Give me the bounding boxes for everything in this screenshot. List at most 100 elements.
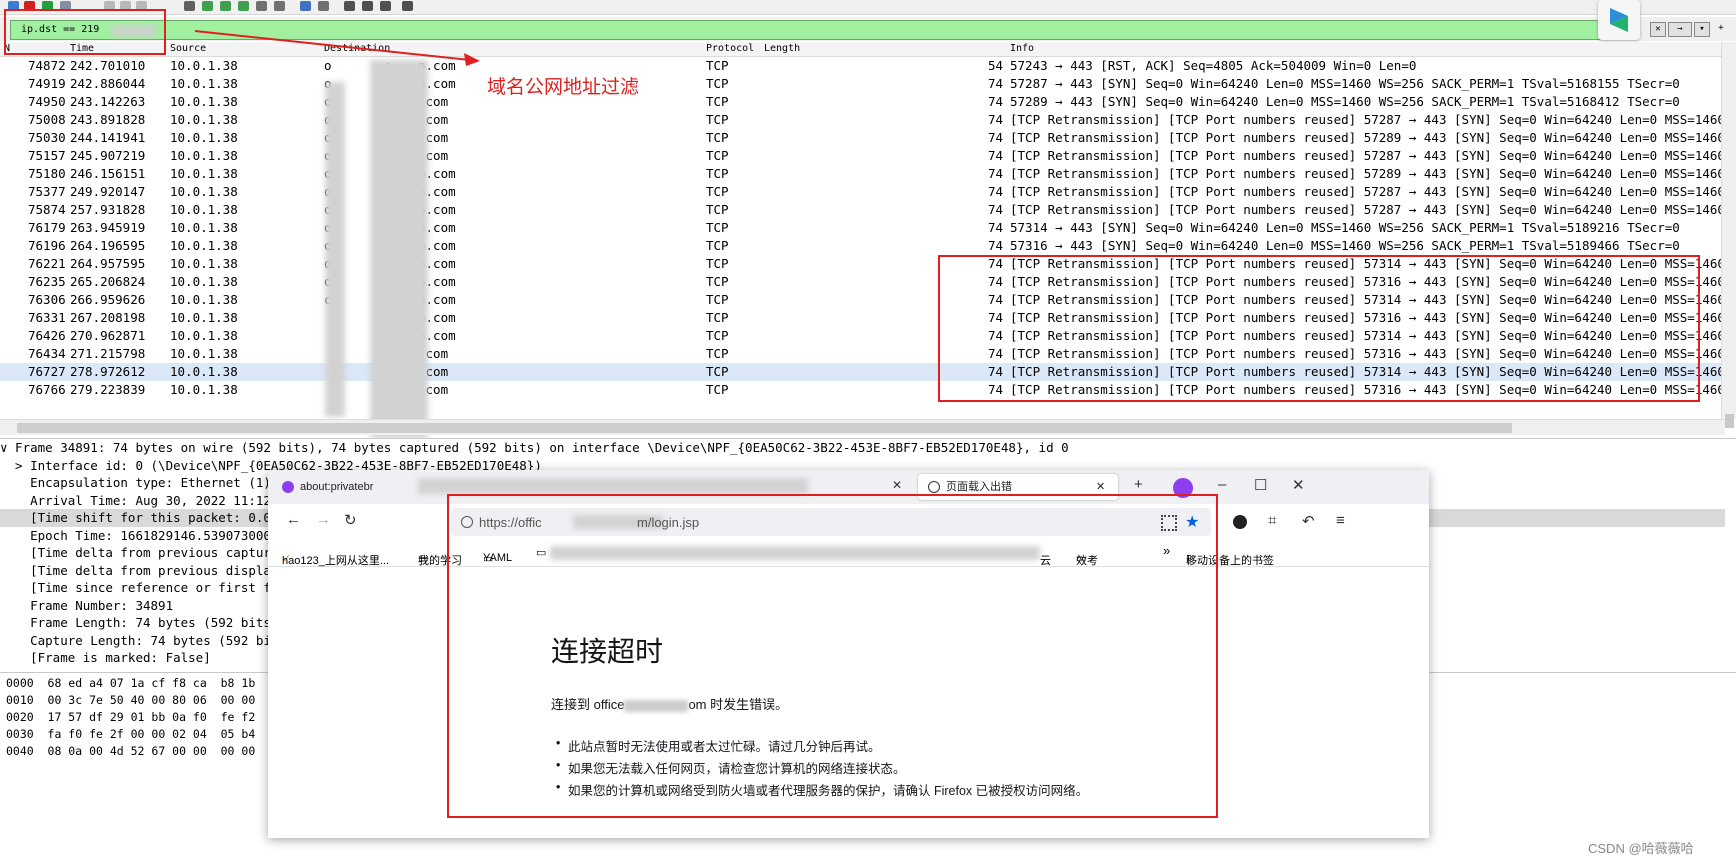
vscroll-thumb[interactable] [1725,414,1734,428]
hex-line[interactable]: 0040 08 0a 00 4d 52 67 00 00 00 00 [6,743,255,759]
cell-no: 76235 [28,274,66,289]
cell-no: 76727 [28,364,66,379]
forward-arrow-icon[interactable]: → [316,511,331,528]
back-icon[interactable] [202,1,213,11]
goto-icon[interactable] [238,1,249,11]
packet-row[interactable]: 76196264.19659510.0.1.38oce.p.comTCP7457… [0,237,1725,255]
cell-source: 10.0.1.38 [170,202,238,217]
cell-time: 264.196595 [70,238,146,253]
packet-row[interactable]: 75030244.14194110.0.1.38oce..comTCP74[TC… [0,129,1736,147]
zoom-out-icon[interactable] [362,1,373,11]
detail-line[interactable]: Frame Length: 74 bytes (592 bits [0,614,271,632]
reload-icon[interactable]: ↻ [344,511,357,529]
detail-line[interactable]: [Time delta from previous captur [0,544,271,562]
extension-icon[interactable] [1233,515,1247,529]
crop-icon[interactable]: ⌗ [1268,512,1276,529]
back-arrow-icon[interactable]: ← [286,511,301,528]
cell-time: 245.907219 [70,148,146,163]
detail-line[interactable]: Epoch Time: 1661829146.539073000 [0,527,271,545]
col-destination[interactable]: Destination [324,43,390,54]
detail-line[interactable]: ∨ Frame 34891: 74 bytes on wire (592 bit… [0,439,1069,457]
hscroll-thumb[interactable] [17,423,1512,433]
col-protocol[interactable]: Protocol [706,43,754,54]
hex-line[interactable]: 0030 fa f0 fe 2f 00 00 02 04 05 b4 [6,726,255,742]
recent-filters-icon[interactable]: ▾ [1694,22,1710,37]
maximize-icon[interactable]: ☐ [1254,476,1267,494]
cell-time: 257.931828 [70,202,146,217]
col-length[interactable]: Length [764,43,800,54]
packet-row[interactable]: 76179263.94591910.0.1.38oce.p.comTCP7457… [0,219,1725,237]
detail-line[interactable]: [Frame is marked: False] [0,649,211,667]
cell-info: [TCP Retransmission] [TCP Port numbers r… [1010,166,1736,181]
filter-buttons: ✕ → ▾ + [1648,20,1734,38]
cell-source: 10.0.1.38 [170,112,238,127]
redaction-blur [418,478,808,494]
cell-time: 266.959626 [70,292,146,307]
apply-filter-icon[interactable]: → [1668,22,1692,37]
cell-no: 75030 [28,130,66,145]
cell-time: 246.156151 [70,166,146,181]
packet-row[interactable]: 74950243.14226310.0.1.38oe..comTCP745728… [0,93,1725,111]
cell-length: 74 [988,184,1004,199]
packet-row[interactable]: 75377249.92014710.0.1.38oce.p.comTCP74[T… [0,183,1736,201]
packet-row[interactable]: 74872242.70101010.0.1.38oe.p.comTCP54572… [0,57,1725,75]
packet-row[interactable]: 75008243.89182810.0.1.38oe..comTCP74[TCP… [0,111,1736,129]
packet-list-vscroll[interactable] [1721,42,1736,428]
redaction-blur [325,82,345,417]
cell-source: 10.0.1.38 [170,148,238,163]
last-icon[interactable] [274,1,285,11]
undo-icon[interactable]: ↶ [1302,512,1315,530]
col-source[interactable]: Source [170,43,206,54]
detail-line[interactable]: Frame Number: 34891 [0,597,173,615]
colorize-icon[interactable] [318,1,329,11]
clear-filter-icon[interactable]: ✕ [1650,22,1666,37]
zoom-in-icon[interactable] [344,1,355,11]
detail-line[interactable]: Arrival Time: Aug 30, 2022 11:12 [0,492,271,510]
cell-time: 249.920147 [70,184,146,199]
resize-columns-icon[interactable] [402,1,413,11]
packet-row[interactable]: 74919242.88604410.0.1.38oe.p.comTCP74572… [0,75,1725,93]
cell-source: 10.0.1.38 [170,184,238,199]
detail-line[interactable]: [Time since reference or first f [0,579,271,597]
cell-destination: o [324,58,332,73]
packet-list-header: N Time Source Destination Protocol Lengt… [0,42,1725,57]
hex-line[interactable]: 0000 68 ed a4 07 1a cf f8 ca b8 1b [6,675,255,691]
add-filter-button-icon[interactable]: + [1714,22,1728,35]
minimize-icon[interactable]: – [1218,476,1226,493]
zoom-reset-icon[interactable] [380,1,391,11]
cell-source: 10.0.1.38 [170,166,238,181]
first-icon[interactable] [256,1,267,11]
cell-no: 76331 [28,310,66,325]
packet-row[interactable]: 75157245.90721910.0.1.38oce..comTCP74[TC… [0,147,1736,165]
detail-line[interactable]: Encapsulation type: Ethernet (1) [0,474,271,492]
packet-row[interactable]: 75180246.15615110.0.1.38oce.p.comTCP74[T… [0,165,1736,183]
cell-protocol: TCP [706,58,729,73]
cell-protocol: TCP [706,202,729,217]
cell-length: 74 [988,220,1004,235]
cell-source: 10.0.1.38 [170,58,238,73]
hex-line[interactable]: 0010 00 3c 7e 50 40 00 80 06 00 00 [6,692,255,708]
autoscroll-icon[interactable] [300,1,311,11]
display-filter-bar: ip.dst == 219 ✕ → ▾ + [0,17,1736,41]
cell-source: 10.0.1.38 [170,274,238,289]
menu-icon[interactable]: ≡ [1336,512,1345,529]
find-icon[interactable] [184,1,195,11]
cell-protocol: TCP [706,328,729,343]
tab-close-icon[interactable]: ✕ [892,478,902,492]
new-tab-icon[interactable]: + [1134,476,1143,493]
cell-protocol: TCP [706,292,729,307]
col-info[interactable]: Info [1010,43,1034,54]
display-filter-input[interactable]: ip.dst == 219 [10,20,1637,40]
detail-line[interactable]: [Time delta from previous displa [0,562,271,580]
cell-protocol: TCP [706,94,729,109]
packet-list-hscroll[interactable] [0,419,1725,435]
window-close-icon[interactable]: ✕ [1292,476,1305,494]
private-mask-icon [282,481,294,494]
forward-icon[interactable] [220,1,231,11]
hex-line[interactable]: 0020 17 57 df 29 01 bb 0a f0 fe f2 [6,709,255,725]
packet-row[interactable]: 75874257.93182810.0.1.38oce.p.comTCP74[T… [0,201,1736,219]
private-tab[interactable]: about:privatebr [282,474,373,500]
detail-line[interactable]: Capture Length: 74 bytes (592 bi [0,632,271,650]
cell-protocol: TCP [706,76,729,91]
cell-protocol: TCP [706,184,729,199]
